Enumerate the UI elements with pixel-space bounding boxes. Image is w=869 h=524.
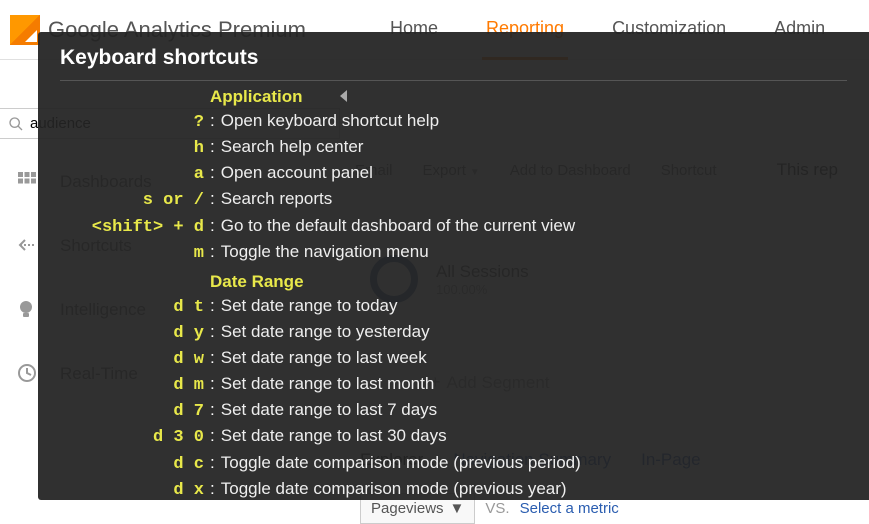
shortcut-section-heading: Date Range	[210, 272, 847, 292]
shortcut-desc: Toggle the navigation menu	[221, 240, 429, 264]
shortcut-desc: Go to the default dashboard of the curre…	[221, 214, 575, 238]
shortcut-list: d t : Set date range to todayd y : Set d…	[60, 294, 847, 503]
shortcut-keys: d 3 0	[60, 426, 210, 450]
shortcut-keys: d m	[60, 374, 210, 398]
shortcut-keys: d c	[60, 453, 210, 477]
shortcut-desc: Search help center	[221, 135, 364, 159]
shortcut-row: d x : Toggle date comparison mode (previ…	[60, 477, 847, 503]
shortcut-row: d m : Set date range to last month	[60, 372, 847, 398]
shortcut-desc: Set date range to last 30 days	[221, 424, 447, 448]
shortcut-section-heading: Application	[210, 87, 847, 107]
shortcut-row: d t : Set date range to today	[60, 294, 847, 320]
shortcut-row: s or / : Search reports	[60, 187, 847, 213]
shortcut-keys: s or /	[60, 189, 210, 213]
shortcut-row: d 3 0 : Set date range to last 30 days	[60, 424, 847, 450]
keyboard-shortcuts-modal: Keyboard shortcuts Application? : Open k…	[38, 32, 869, 500]
shortcut-keys: d y	[60, 322, 210, 346]
bulb-icon	[18, 300, 38, 320]
shortcut-desc: Open account panel	[221, 161, 373, 185]
shortcut-desc: Set date range to today	[221, 294, 398, 318]
shortcut-keys: d x	[60, 479, 210, 503]
shortcut-row: d 7 : Set date range to last 7 days	[60, 398, 847, 424]
grid-icon	[18, 172, 38, 192]
shortcut-keys: a	[60, 163, 210, 187]
shortcut-list: ? : Open keyboard shortcut helph : Searc…	[60, 109, 847, 266]
shortcut-desc: Set date range to last month	[221, 372, 435, 396]
shortcut-keys: d w	[60, 348, 210, 372]
shortcut-keys: ?	[60, 111, 210, 135]
shortcut-keys: <shift> + d	[60, 216, 210, 240]
shortcut-desc: Set date range to last 7 days	[221, 398, 437, 422]
shortcut-row: ? : Open keyboard shortcut help	[60, 109, 847, 135]
shortcut-row: <shift> + d : Go to the default dashboar…	[60, 214, 847, 240]
modal-title: Keyboard shortcuts	[60, 46, 847, 81]
shortcut-keys: d 7	[60, 400, 210, 424]
collapse-caret-icon[interactable]	[340, 90, 347, 102]
shortcut-row: h : Search help center	[60, 135, 847, 161]
shortcut-row: d w : Set date range to last week	[60, 346, 847, 372]
shortcut-keys: m	[60, 242, 210, 266]
clock-icon	[18, 364, 38, 384]
shortcut-row: a : Open account panel	[60, 161, 847, 187]
shortcut-desc: Set date range to last week	[221, 346, 427, 370]
shortcut-row: d y : Set date range to yesterday	[60, 320, 847, 346]
shortcut-desc: Toggle date comparison mode (previous ye…	[221, 477, 567, 501]
ga-logo-icon	[10, 15, 40, 45]
shortcut-row: m : Toggle the navigation menu	[60, 240, 847, 266]
shortcut-desc: Set date range to yesterday	[221, 320, 430, 344]
shortcut-desc: Toggle date comparison mode (previous pe…	[221, 451, 581, 475]
shortcut-desc: Open keyboard shortcut help	[221, 109, 439, 133]
back-arrow-icon	[18, 236, 38, 256]
shortcut-row: d c : Toggle date comparison mode (previ…	[60, 451, 847, 477]
shortcut-keys: h	[60, 137, 210, 161]
shortcut-keys: d t	[60, 296, 210, 320]
shortcut-sections: Application? : Open keyboard shortcut he…	[60, 87, 847, 503]
search-icon	[8, 116, 24, 132]
shortcut-desc: Search reports	[221, 187, 333, 211]
